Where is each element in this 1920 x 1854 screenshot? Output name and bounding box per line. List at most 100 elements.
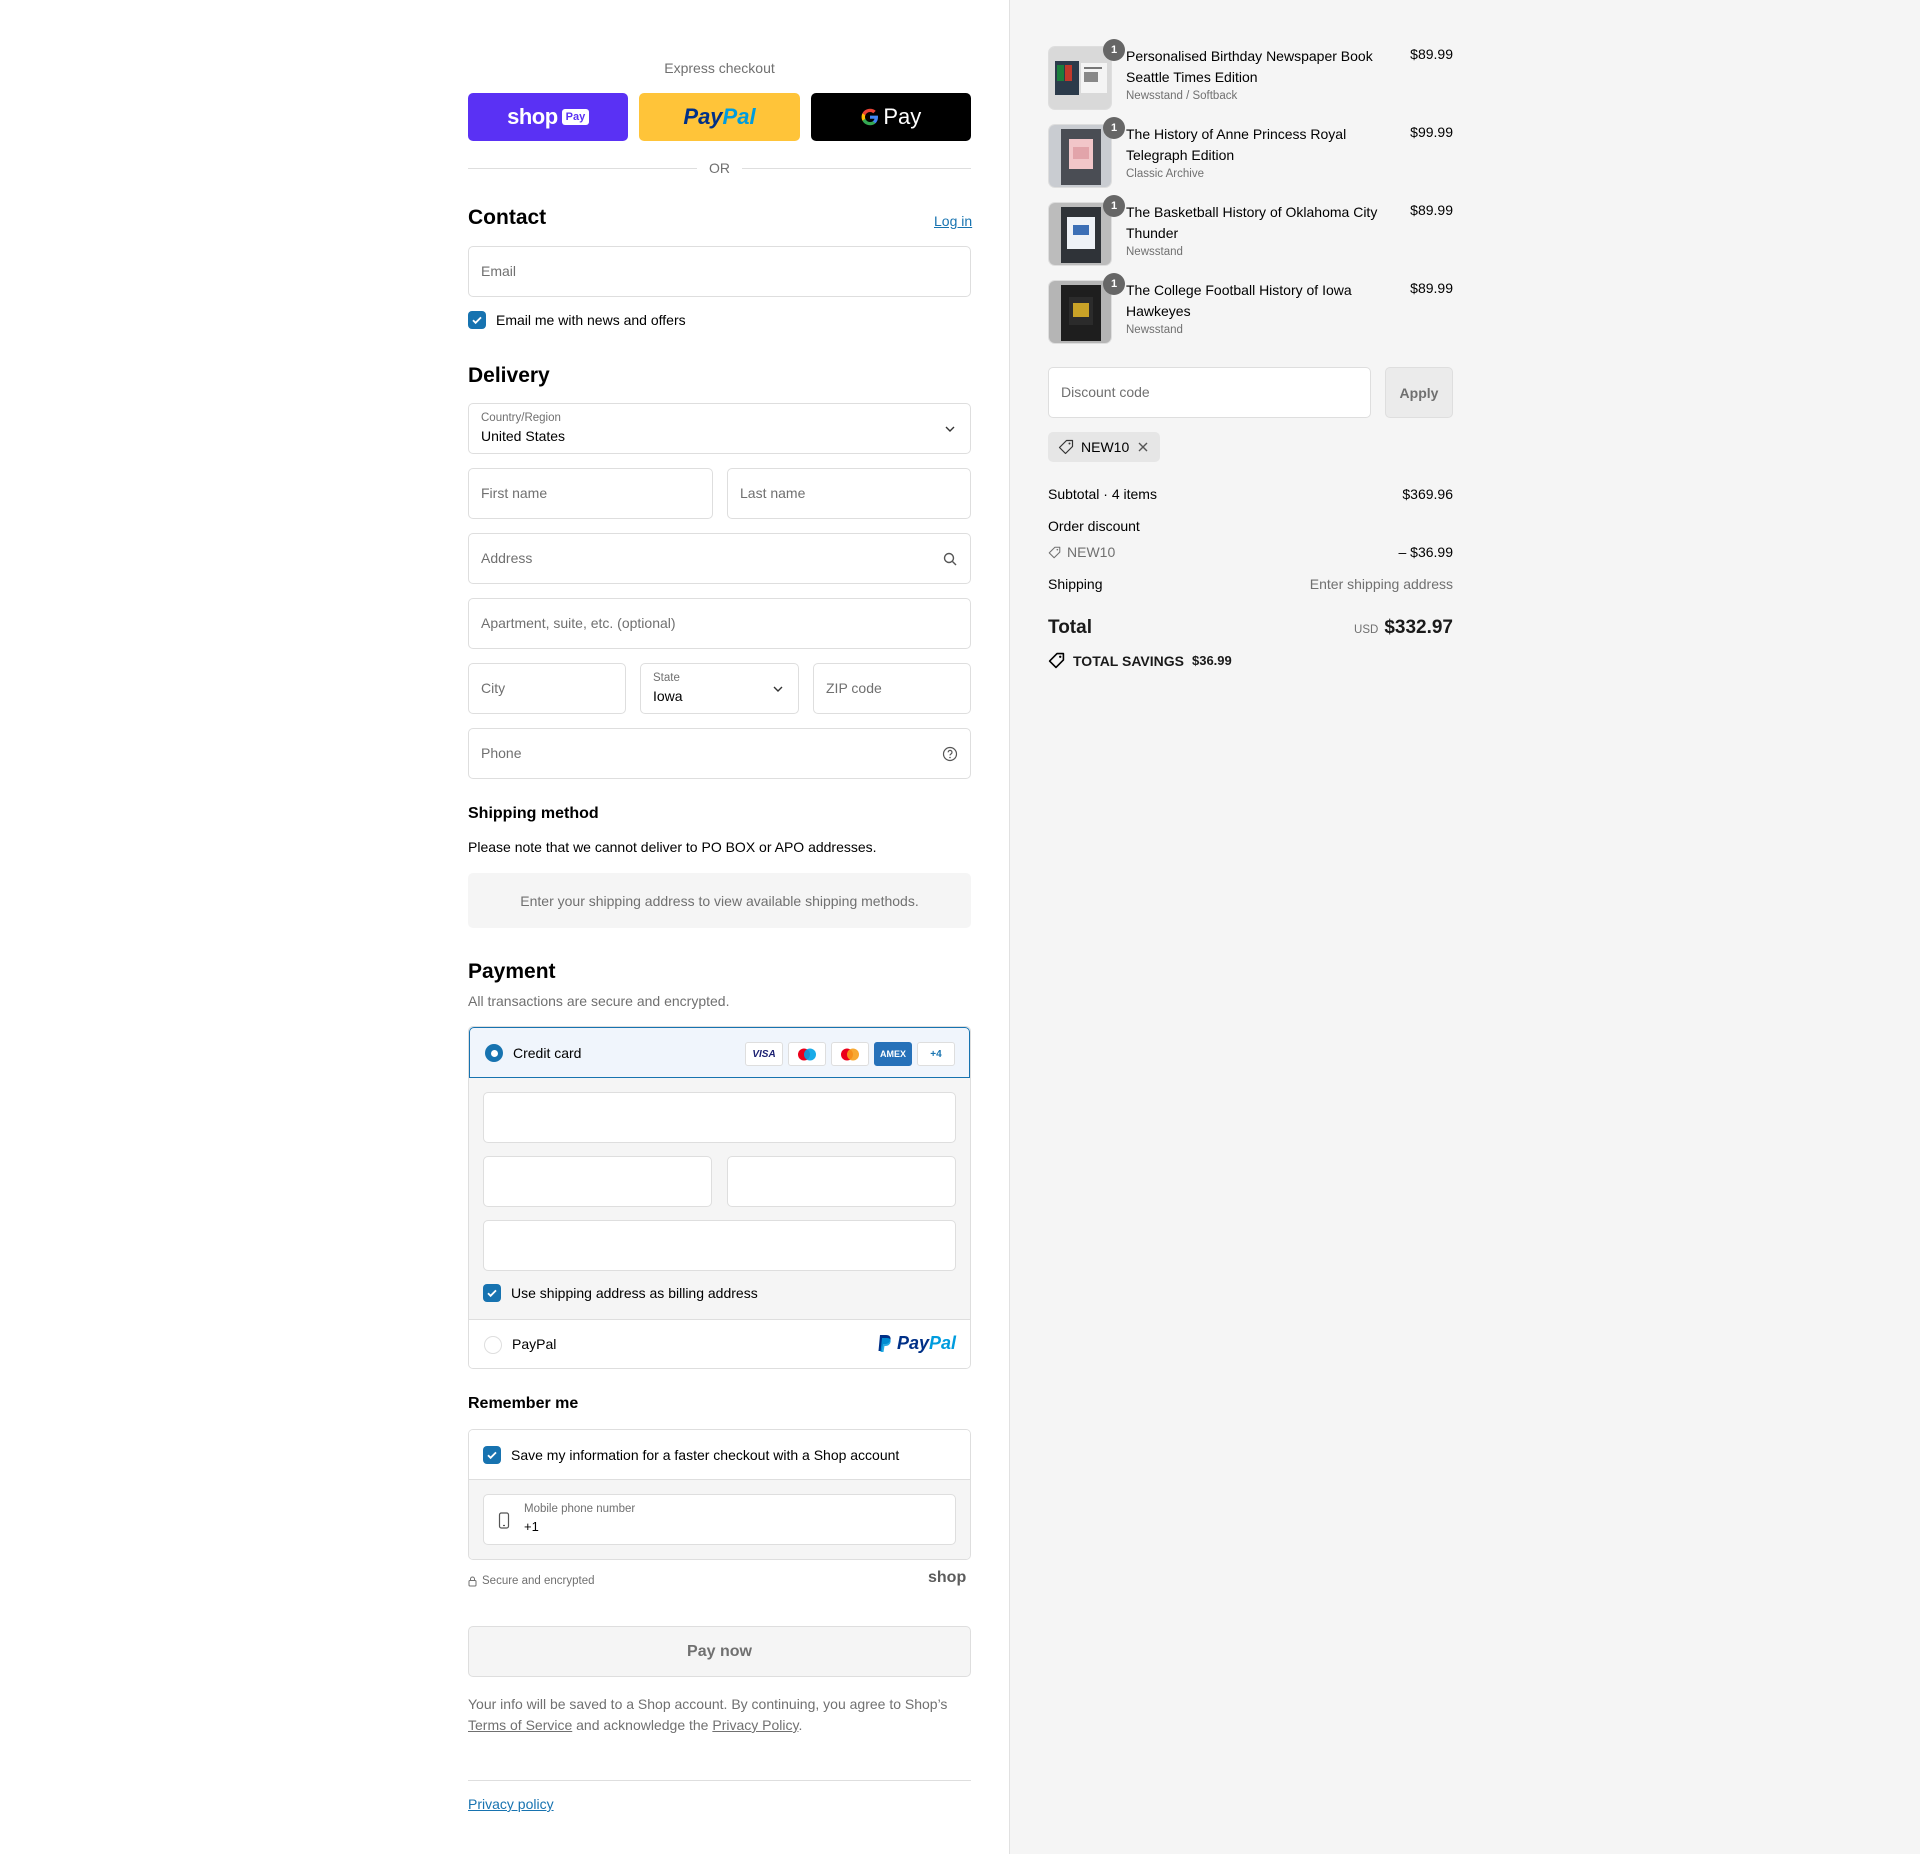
terms-of-service-link[interactable]: Terms of Service [468, 1717, 572, 1733]
item-variant: Newsstand / Softback [1126, 90, 1238, 102]
mobile-phone-field[interactable]: Mobile phone number +1 [483, 1494, 956, 1545]
shipping-row: Shipping Enter shipping address [1048, 576, 1453, 592]
order-summary-panel [1009, 0, 1920, 1854]
item-variant: Classic Archive [1126, 168, 1204, 180]
apartment-field[interactable]: Apartment, suite, etc. (optional) [468, 598, 971, 649]
paypal-logo: PayPal [683, 104, 756, 129]
last-name-field[interactable]: Last name [727, 468, 971, 519]
radio-unselected-icon [484, 1336, 502, 1354]
footer-divider [468, 1780, 971, 1781]
search-icon [943, 552, 957, 566]
mastercard-icon [831, 1042, 869, 1066]
help-icon[interactable] [942, 746, 958, 762]
express-checkout-title: Express checkout [664, 60, 775, 76]
item-name: The Basketball History of Oklahoma City … [1126, 204, 1378, 241]
tag-icon [1048, 652, 1065, 669]
item-variant: Newsstand [1126, 246, 1183, 258]
shipping-note: Please note that we cannot deliver to PO… [468, 839, 877, 855]
privacy-policy-link[interactable]: Privacy policy [468, 1796, 554, 1812]
quantity-badge: 1 [1103, 195, 1125, 217]
google-pay-logo: Pay [860, 104, 921, 130]
quantity-badge: 1 [1103, 39, 1125, 61]
order-discount-row: Order discount [1048, 518, 1140, 534]
item-price: $99.99 [1410, 124, 1453, 140]
country-select[interactable]: Country/Region United States [468, 403, 971, 454]
tag-icon [1058, 439, 1074, 455]
address-field[interactable]: Address [468, 533, 971, 584]
login-link[interactable]: Log in [934, 213, 972, 229]
pay-now-button[interactable]: Pay now [468, 1626, 971, 1677]
maestro-icon [788, 1042, 826, 1066]
billing-address-checkbox[interactable]: Use shipping address as billing address [483, 1284, 758, 1302]
subtotal-row: Subtotal · 4 items $369.96 [1048, 486, 1453, 502]
cart-item: 1 The College Football History of Iowa H… [1048, 273, 1453, 350]
item-price: $89.99 [1410, 280, 1453, 296]
remember-me-heading: Remember me [468, 1395, 579, 1412]
item-variant: Newsstand [1126, 324, 1183, 336]
amex-icon: AMEX [874, 1042, 912, 1066]
item-price: $89.99 [1410, 202, 1453, 218]
google-pay-button[interactable]: Pay [810, 93, 971, 141]
payment-methods: Credit card VISA AMEX +4 Use shipping ad… [468, 1026, 971, 1369]
total-row: Total USD $332.97 [1048, 617, 1453, 638]
item-name: The College Football History of Iowa Haw… [1126, 282, 1352, 319]
item-name: Personalised Birthday Newspaper Book Sea… [1126, 48, 1373, 85]
legal-text: Your info will be saved to a Shop accoun… [468, 1696, 948, 1733]
remember-me-box: Save my information for a faster checkou… [468, 1429, 971, 1560]
express-checkout-buttons: shop Pay PayPal Pay [468, 93, 971, 141]
cart-item: 1 The History of Anne Princess Royal Tel… [1048, 117, 1453, 194]
item-price: $89.99 [1410, 46, 1453, 62]
shop-pay-logo: shop [507, 104, 558, 129]
footer: Privacy policy [468, 1796, 554, 1812]
radio-selected-icon [485, 1044, 503, 1062]
chevron-down-icon [945, 426, 955, 432]
discount-code-field[interactable]: Discount code [1048, 367, 1371, 418]
apply-discount-button[interactable]: Apply [1385, 367, 1453, 418]
paypal-option[interactable]: PayPal PayPal [469, 1319, 970, 1368]
paypal-button[interactable]: PayPal [639, 93, 800, 141]
chevron-down-icon [773, 686, 783, 692]
shop-logo: shop [928, 1569, 967, 1586]
news-offers-checkbox[interactable]: Email me with news and offers [468, 311, 686, 329]
shop-pay-button[interactable]: shop Pay [468, 93, 629, 141]
quantity-badge: 1 [1103, 117, 1125, 139]
privacy-policy-inline-link[interactable]: Privacy Policy [712, 1717, 798, 1733]
or-divider: OR [468, 160, 971, 176]
lock-icon [468, 1576, 477, 1586]
mobile-phone-icon [498, 1512, 510, 1529]
more-cards-badge: +4 [917, 1042, 955, 1066]
card-brands: VISA AMEX +4 [745, 1042, 955, 1066]
city-field[interactable]: City [468, 663, 626, 714]
cart-item: 1 The Basketball History of Oklahoma Cit… [1048, 195, 1453, 272]
item-name: The History of Anne Princess Royal Teleg… [1126, 126, 1347, 163]
applied-discount-tag: NEW10 [1048, 432, 1161, 462]
card-cvv-field[interactable] [727, 1156, 956, 1207]
product-thumbnail [1048, 124, 1112, 188]
zip-field[interactable]: ZIP code [813, 663, 971, 714]
paypal-logo: PayPal [877, 1333, 956, 1354]
credit-card-form: Use shipping address as billing address [469, 1078, 970, 1319]
state-select[interactable]: State Iowa [640, 663, 799, 714]
phone-field[interactable]: Phone [468, 728, 971, 779]
card-number-field[interactable] [483, 1092, 956, 1143]
total-savings: TOTAL SAVINGS $36.99 [1048, 652, 1232, 669]
card-expiry-field[interactable] [483, 1156, 712, 1207]
secure-encrypted-note: Secure and encrypted [468, 1575, 595, 1587]
contact-heading: Contact [468, 206, 547, 229]
credit-card-option[interactable]: Credit card VISA AMEX +4 [469, 1027, 970, 1078]
card-name-field[interactable] [483, 1220, 956, 1271]
checkmark-icon [468, 311, 486, 329]
save-info-checkbox[interactable]: Save my information for a faster checkou… [483, 1446, 899, 1464]
cart-item: 1 Personalised Birthday Newspaper Book S… [1048, 39, 1453, 116]
delivery-heading: Delivery [468, 364, 550, 387]
paypal-p-icon [878, 1334, 891, 1352]
google-g-icon [861, 108, 879, 126]
product-thumbnail [1048, 280, 1112, 344]
discount-code-row: NEW10 – $36.99 [1048, 544, 1453, 560]
close-icon[interactable] [1136, 440, 1150, 454]
shipping-method-heading: Shipping method [468, 805, 599, 822]
product-thumbnail [1048, 46, 1112, 110]
first-name-field[interactable]: First name [468, 468, 713, 519]
email-field[interactable]: Email [468, 246, 971, 297]
payment-heading: Payment [468, 960, 556, 983]
